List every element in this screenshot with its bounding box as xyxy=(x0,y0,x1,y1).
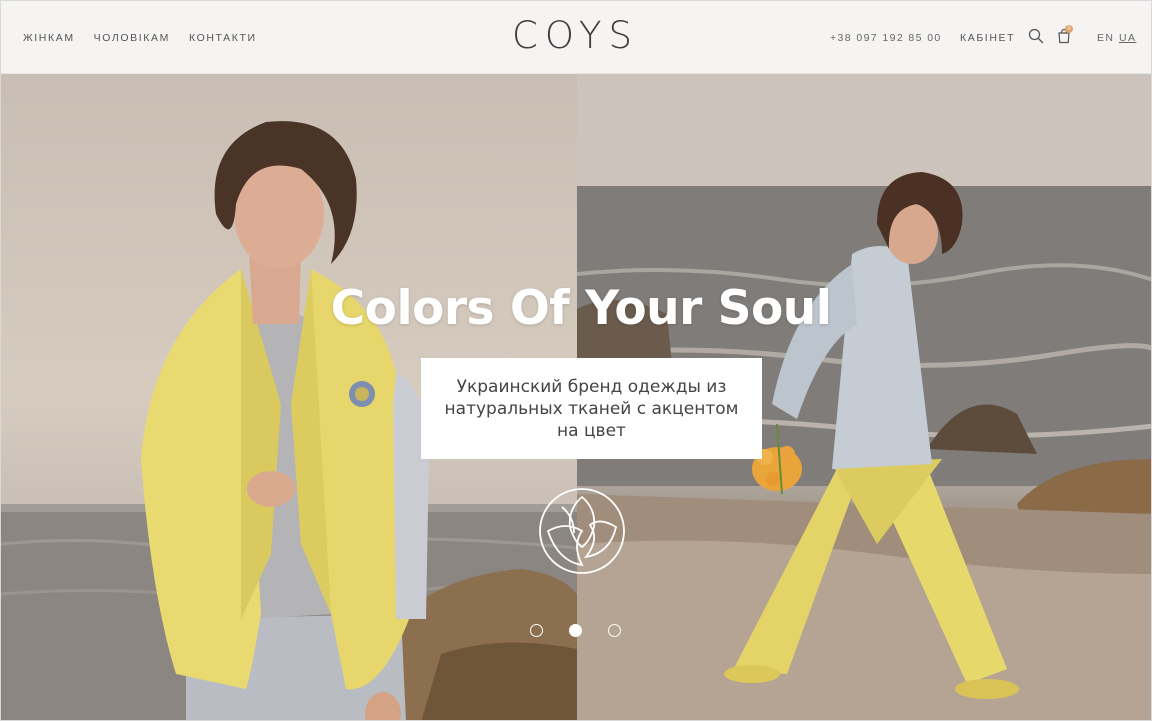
search-icon[interactable] xyxy=(1028,28,1046,46)
page-frame: ЖІНКАМ ЧОЛОВІКАМ КОНТАКТИ COYS +38 097 1… xyxy=(0,0,1152,721)
hero-title: Colors Of Your Soul xyxy=(330,281,832,336)
site-header: ЖІНКАМ ЧОЛОВІКАМ КОНТАКТИ COYS +38 097 1… xyxy=(1,1,1151,74)
main-nav: ЖІНКАМ ЧОЛОВІКАМ КОНТАКТИ xyxy=(23,32,276,44)
lang-ua-link[interactable]: UA xyxy=(1119,32,1136,44)
cart-count-badge: 0 xyxy=(1065,25,1073,33)
brand-logo[interactable]: COYS xyxy=(512,14,644,58)
cart-icon[interactable]: 0 xyxy=(1056,25,1074,46)
nav-contacts-link[interactable]: КОНТАКТИ xyxy=(189,32,257,44)
slider-dot-2[interactable] xyxy=(569,624,582,637)
hero-slider: Colors Of Your Soul Украинский бренд оде… xyxy=(1,74,1151,720)
lotus-emblem-icon xyxy=(538,487,626,575)
phone-link[interactable]: +38 097 192 85 00 xyxy=(830,32,942,44)
hero-subtitle: Украинский бренд одежды из натуральных т… xyxy=(444,376,739,441)
slider-dot-1[interactable] xyxy=(530,624,543,637)
hero-subtitle-box: Украинский бренд одежды из натуральных т… xyxy=(421,358,762,459)
cabinet-link[interactable]: КАБІНЕТ xyxy=(960,32,1015,44)
slider-dots xyxy=(530,624,621,637)
nav-men-link[interactable]: ЧОЛОВІКАМ xyxy=(94,32,170,44)
lang-en-link[interactable]: EN xyxy=(1097,32,1114,44)
slider-dot-3[interactable] xyxy=(608,624,621,637)
nav-women-link[interactable]: ЖІНКАМ xyxy=(23,32,75,44)
